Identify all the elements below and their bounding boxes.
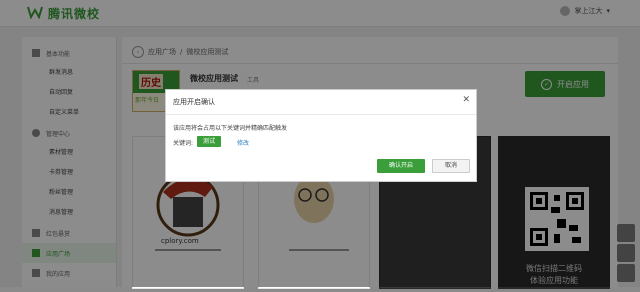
cancel-button[interactable]: 取消 xyxy=(432,159,470,173)
confirm-button[interactable]: 确认开启 xyxy=(377,159,425,173)
dialog-header: 应用开启确认 ✕ xyxy=(166,90,476,115)
dialog-description: 该应用将会占用以下关键词并精确匹配触发 xyxy=(173,125,288,132)
keyword-tag: 测试 xyxy=(197,136,222,147)
keyword-label: 关键词: xyxy=(173,140,194,147)
enable-app-dialog: 应用开启确认 ✕ 该应用将会占用以下关键词并精确匹配触发 关键词: 测试 修改 … xyxy=(165,89,477,182)
dialog-title: 应用开启确认 xyxy=(173,98,215,106)
edit-keyword-link[interactable]: 修改 xyxy=(237,138,249,147)
close-icon[interactable]: ✕ xyxy=(462,95,470,105)
